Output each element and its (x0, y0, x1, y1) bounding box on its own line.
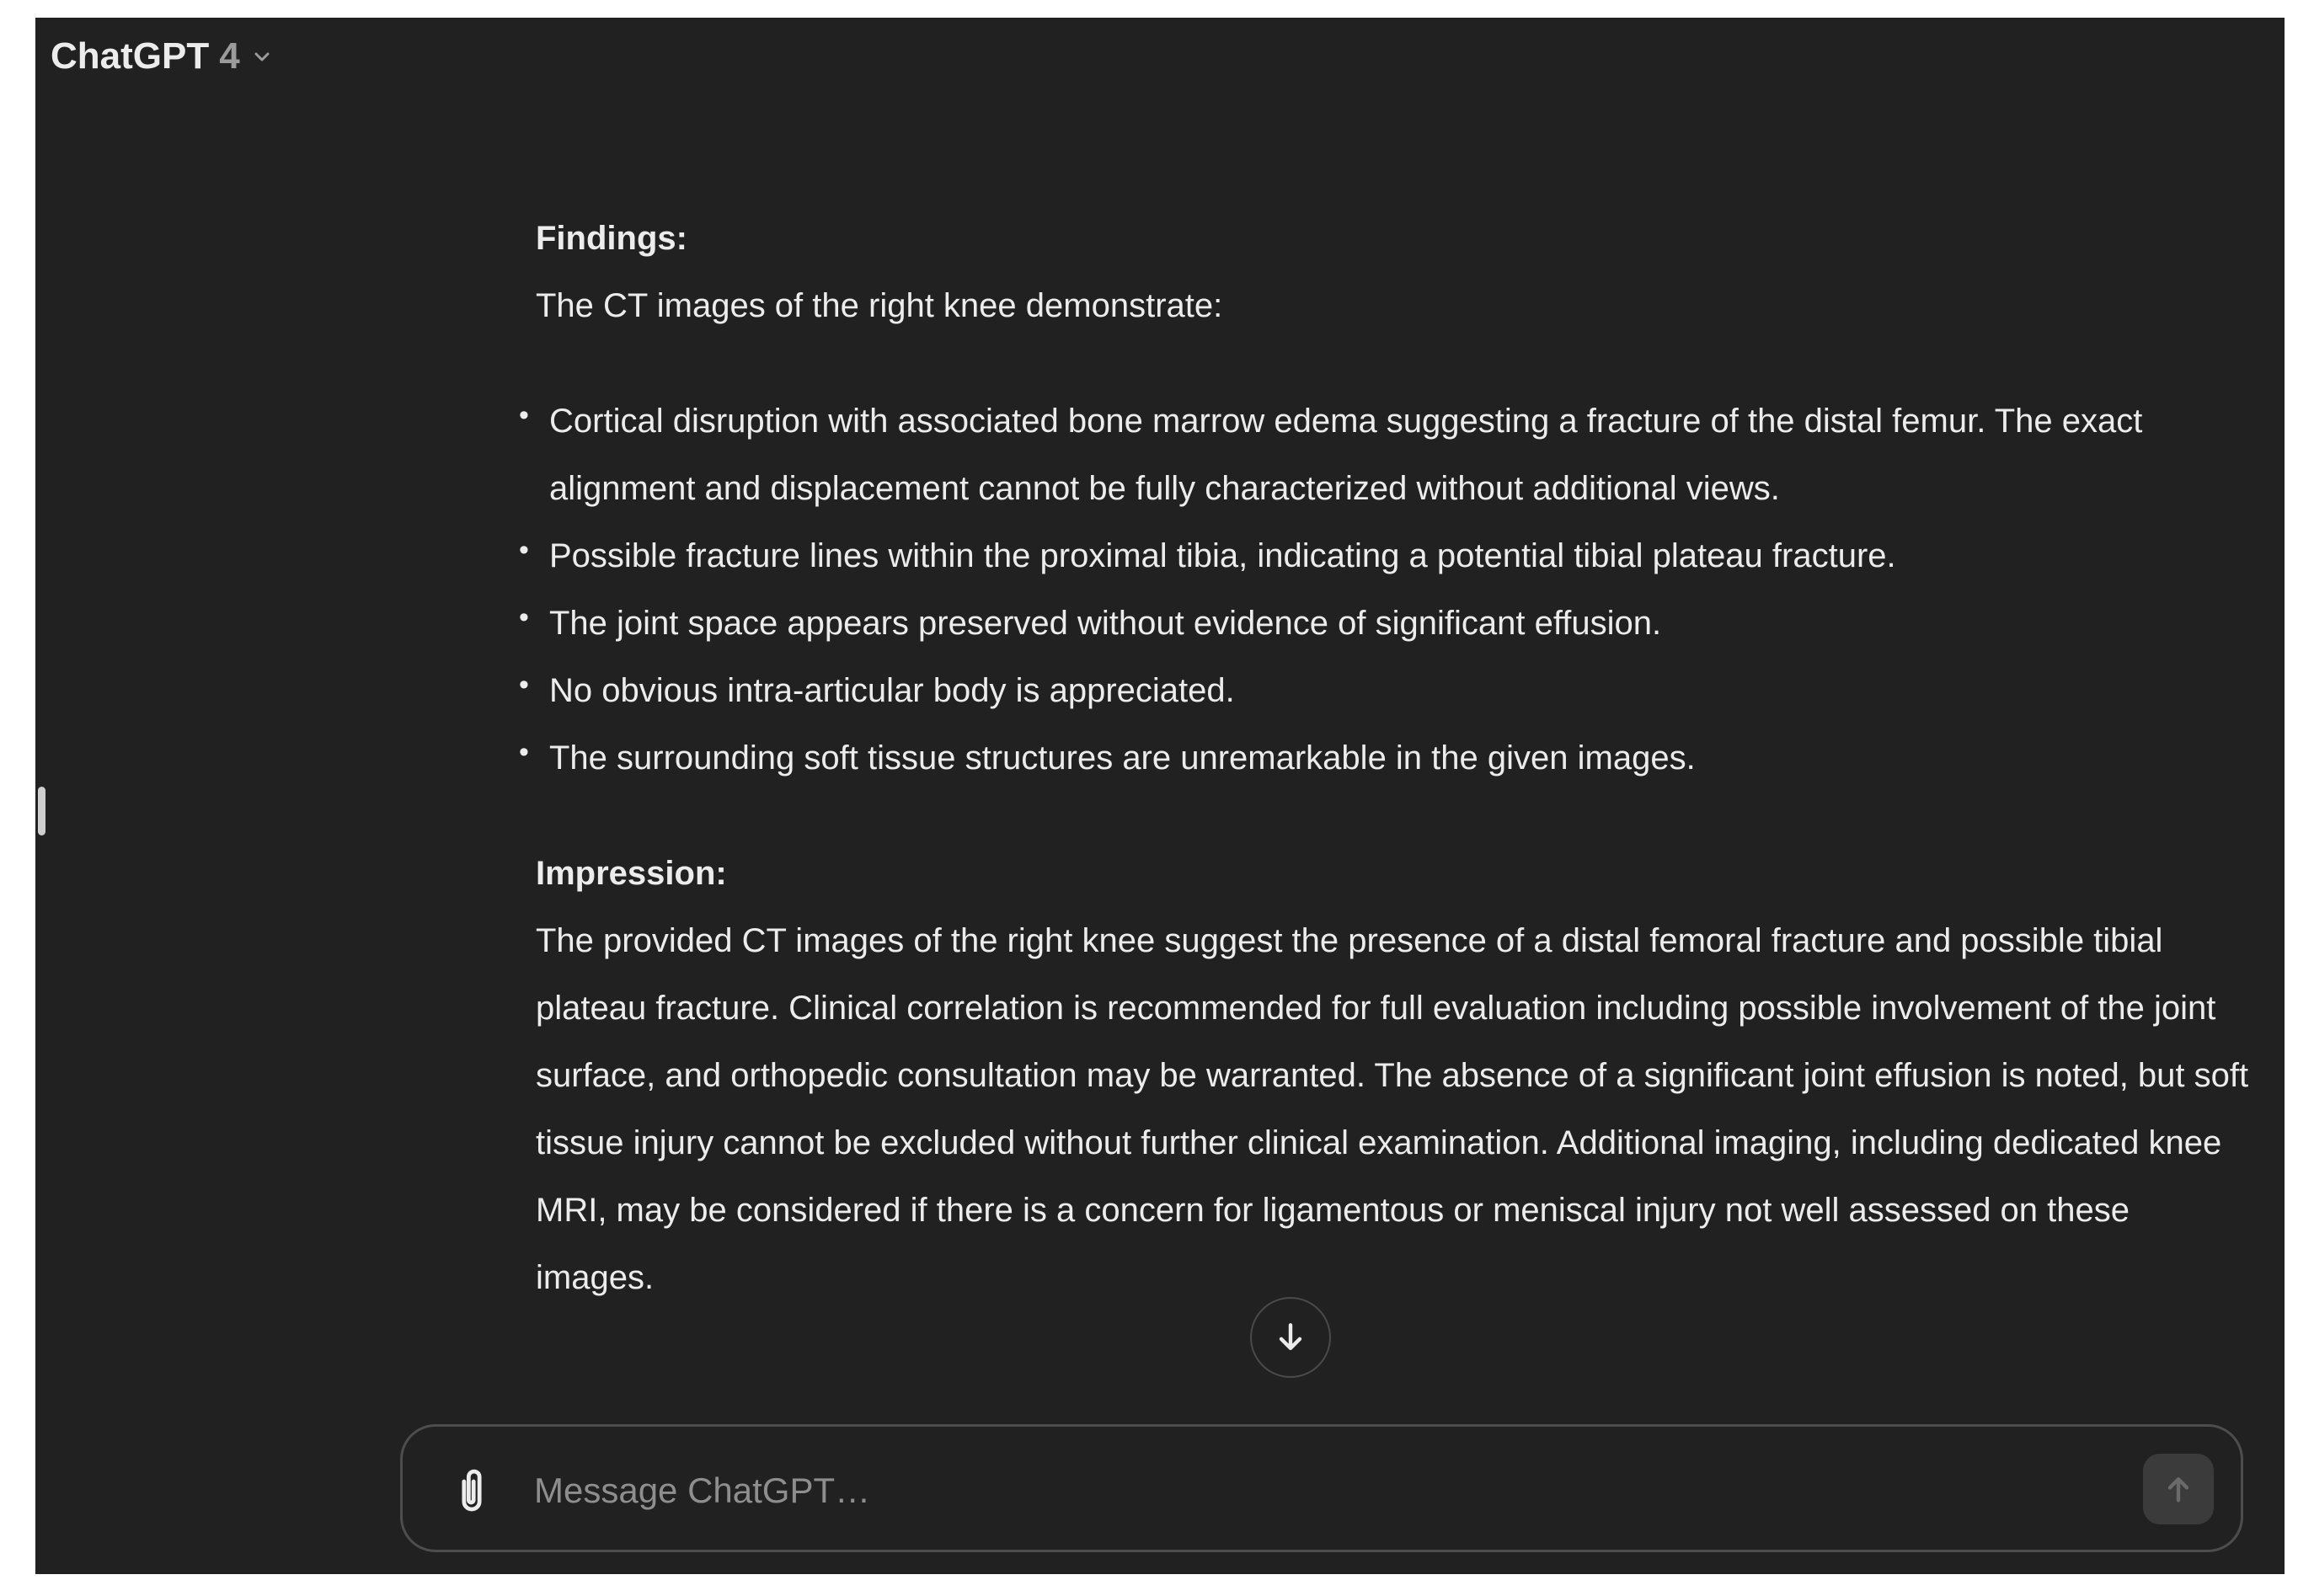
list-item-text: The joint space appears preserved withou… (549, 605, 1662, 642)
message-composer (400, 1424, 2243, 1552)
impression-text: The provided CT images of the right knee… (536, 922, 2249, 1296)
model-name: ChatGPT (51, 35, 210, 77)
arrow-down-icon (1279, 1323, 1302, 1351)
list-item: • No obvious intra-articular body is appr… (519, 669, 1235, 709)
list-item-text: Possible fracture lines within the proxi… (549, 537, 1896, 574)
message-input[interactable] (532, 1457, 2066, 1524)
list-item: • The joint space appears preserved witho… (519, 601, 1662, 642)
chevron-down-icon (250, 45, 274, 68)
list-item-text: Cortical disruption with associated bone… (549, 403, 2143, 507)
model-version: 4 (219, 35, 240, 77)
attach-file-button[interactable] (446, 1464, 497, 1518)
findings-heading: Findings: (536, 220, 687, 257)
impression-heading: Impression: (536, 855, 727, 892)
findings-list: • Cortical disruption with associated bon… (519, 387, 2254, 792)
list-item: • Cortical disruption with associated bon… (519, 399, 2143, 507)
list-item: • Possible fracture lines within the prox… (519, 534, 1896, 574)
list-item: • The surrounding soft tissue structures … (519, 736, 1696, 777)
list-item-text: The surrounding soft tissue structures a… (549, 739, 1696, 777)
model-selector[interactable]: ChatGPT 4 (51, 29, 274, 83)
send-button[interactable] (2143, 1454, 2214, 1524)
assistant-message: Findings: The CT images of the right kne… (519, 205, 2254, 1311)
findings-intro: The CT images of the right knee demonstr… (536, 287, 1223, 324)
list-item-text: No obvious intra-articular body is appre… (549, 672, 1235, 709)
chat-window: ChatGPT 4 Findings: The CT images of the… (35, 18, 2285, 1574)
sidebar-resize-handle[interactable] (38, 787, 45, 835)
arrow-up-icon (2167, 1477, 2189, 1503)
paperclip-icon (462, 1469, 482, 1512)
scroll-to-bottom-button[interactable] (1250, 1297, 1331, 1378)
